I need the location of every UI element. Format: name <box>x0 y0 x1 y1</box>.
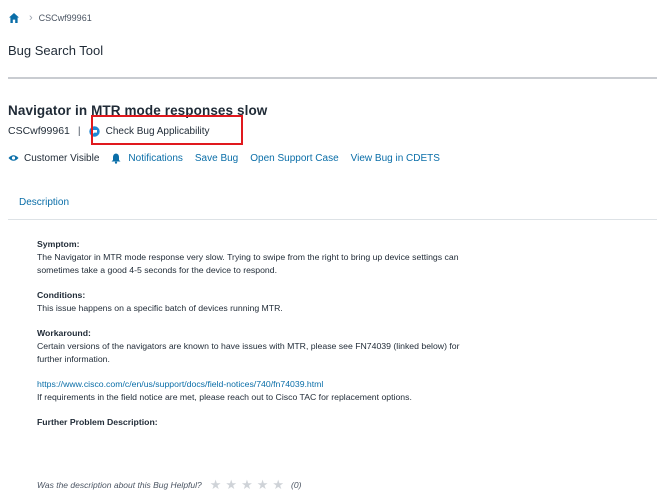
workaround-text-line-2: further information. <box>37 354 110 364</box>
star-icon[interactable]: ★ <box>210 477 222 493</box>
symptom-text-line-1: The Navigator in MTR mode response very … <box>37 252 459 262</box>
workaround-text-line-1: Certain versions of the navigators are k… <box>37 341 460 351</box>
home-icon[interactable] <box>8 12 20 24</box>
helpful-rating: Was the description about this Bug Helpf… <box>37 477 302 493</box>
tab-divider <box>8 219 657 220</box>
notifications-button[interactable]: Notifications <box>111 152 183 164</box>
star-icon[interactable]: ★ <box>272 477 284 493</box>
open-support-case-link[interactable]: Open Support Case <box>250 153 338 164</box>
save-bug-link[interactable]: Save Bug <box>195 153 238 164</box>
separator: | <box>77 125 81 137</box>
bell-icon <box>111 153 121 164</box>
description-content: Symptom: The Navigator in MTR mode respo… <box>37 238 537 429</box>
highlight-box <box>91 115 243 145</box>
header-divider <box>8 77 657 79</box>
bug-id: CSCwf99961 <box>8 125 70 137</box>
notifications-label: Notifications <box>128 152 183 164</box>
field-notice-followup: If requirements in the field notice are … <box>37 392 412 402</box>
rating-count: (0) <box>291 480 302 490</box>
field-notice-link[interactable]: https://www.cisco.com/c/en/us/support/do… <box>37 378 537 391</box>
breadcrumb: › CSCwf99961 <box>8 10 92 26</box>
workaround-heading: Workaround: <box>37 328 91 338</box>
bug-actions: Customer Visible Notifications Save Bug … <box>8 150 452 166</box>
star-icon[interactable]: ★ <box>241 477 253 493</box>
breadcrumb-current: CSCwf99961 <box>38 13 92 23</box>
star-icon[interactable]: ★ <box>225 477 237 493</box>
symptom-heading: Symptom: <box>37 239 80 249</box>
tab-description[interactable]: Description <box>19 197 69 208</box>
customer-visible-indicator: Customer Visible <box>8 153 99 164</box>
further-problem-heading: Further Problem Description: <box>37 417 158 427</box>
symptom-text-line-2: sometimes take a good 4-5 seconds for th… <box>37 265 278 275</box>
rating-question: Was the description about this Bug Helpf… <box>37 480 202 490</box>
star-icon[interactable]: ★ <box>257 477 269 493</box>
rating-stars: ★ ★ ★ ★ ★ <box>210 477 288 493</box>
app-title: Bug Search Tool <box>8 43 104 58</box>
view-bug-in-cdets-link[interactable]: View Bug in CDETS <box>351 153 440 164</box>
conditions-heading: Conditions: <box>37 290 86 300</box>
customer-visible-label: Customer Visible <box>24 152 100 164</box>
eye-icon <box>8 155 19 161</box>
chevron-right-icon: › <box>29 12 33 24</box>
conditions-text: This issue happens on a specific batch o… <box>37 303 283 313</box>
